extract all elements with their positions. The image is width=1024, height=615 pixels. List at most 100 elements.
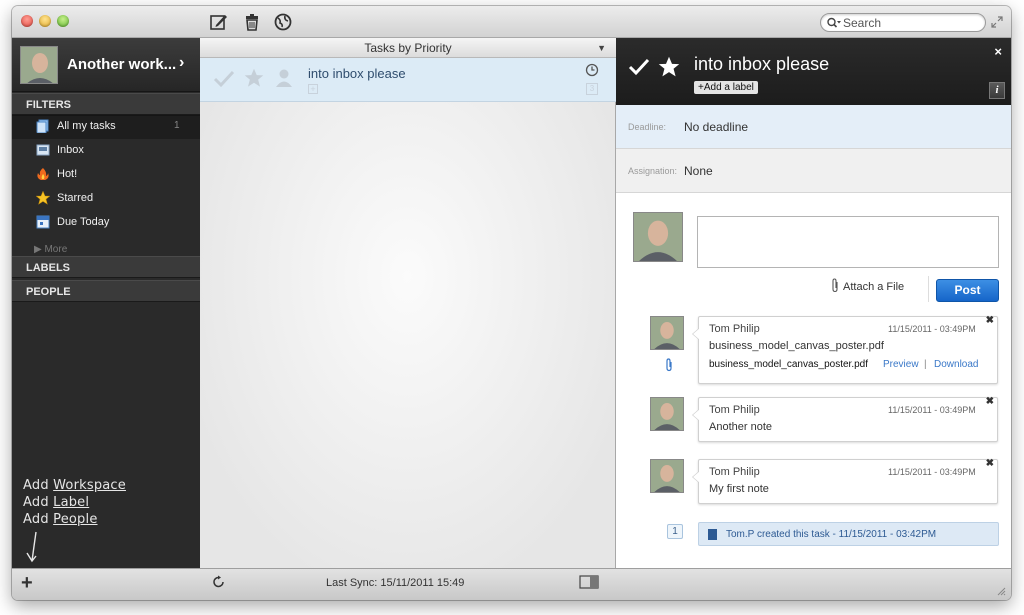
refresh-icon[interactable]	[212, 575, 226, 589]
filter-label: Inbox	[57, 144, 84, 156]
filter-label: All my tasks	[57, 120, 116, 132]
note-time: 11/15/2011 - 03:49PM	[888, 467, 976, 477]
toggle-detail-panel-icon[interactable]	[579, 575, 599, 589]
fire-icon	[37, 168, 49, 180]
info-button[interactable]: i	[989, 82, 1005, 99]
history-entry: Tom.P created this task - 11/15/2011 - 0…	[698, 522, 999, 546]
add-label-label: Label	[53, 495, 90, 510]
person-photo-icon	[634, 213, 682, 261]
compose-icon[interactable]	[208, 11, 230, 33]
globe-icon[interactable]	[272, 11, 294, 33]
deadline-row[interactable]: Deadline: No deadline	[616, 105, 1011, 149]
delete-note-icon[interactable]: ✖	[986, 315, 994, 326]
add-people-label: People	[53, 512, 98, 527]
add-word: Add	[23, 495, 49, 510]
filter-all-my-tasks[interactable]: All my tasks 1	[12, 115, 200, 139]
note-author-avatar	[650, 459, 684, 493]
attach-file-button[interactable]: Attach a File	[843, 281, 904, 293]
star-outline-icon[interactable]	[244, 68, 264, 88]
search-input[interactable]	[843, 15, 981, 30]
account-name: Another work...	[67, 56, 177, 73]
assignation-label: Assignation:	[628, 166, 678, 176]
post-button[interactable]: Post	[936, 279, 999, 302]
filter-hot[interactable]: Hot!	[12, 163, 200, 187]
task-detail-pane: into inbox please +Add a label × i Deadl…	[616, 38, 1011, 568]
person-photo-icon	[21, 47, 57, 83]
note-body: Another note	[709, 421, 772, 433]
current-user-avatar	[633, 212, 683, 262]
filters-header[interactable]: FILTERS	[12, 93, 200, 115]
delete-note-icon[interactable]: ✖	[986, 458, 994, 469]
task-subtask-badge[interactable]: +	[308, 84, 318, 94]
add-workspace-link[interactable]: Add Workspace	[23, 478, 126, 493]
add-workspace-label: Workspace	[53, 478, 126, 493]
note-card: Tom Philip 11/15/2011 - 03:49PM ✖ busine…	[692, 315, 998, 384]
note-card: Tom Philip 11/15/2011 - 03:49PM ✖ My fir…	[692, 458, 998, 504]
star-icon[interactable]	[658, 56, 680, 78]
note-author-avatar	[650, 316, 684, 350]
preview-link[interactable]: Preview	[883, 359, 919, 370]
account-avatar	[20, 46, 58, 84]
person-photo-icon	[651, 460, 683, 492]
close-detail-icon[interactable]: ×	[994, 44, 1002, 59]
attachment-clip-icon	[666, 358, 672, 372]
filter-inbox[interactable]: Inbox	[12, 139, 200, 163]
chevron-right-icon[interactable]: ›	[179, 54, 184, 72]
status-bar: + Last Sync: 15/11/2011 15:49	[12, 568, 1011, 600]
people-header[interactable]: PEOPLE	[12, 280, 200, 302]
comment-input[interactable]	[698, 217, 998, 267]
clock-icon[interactable]	[585, 63, 599, 77]
add-label-link[interactable]: Add Label	[23, 495, 89, 510]
task-row[interactable]: into inbox please + 3	[200, 58, 616, 102]
task-detail-title[interactable]: into inbox please	[694, 54, 829, 75]
task-list-header[interactable]: Tasks by Priority ▼	[200, 38, 616, 58]
filter-due-today[interactable]: Due Today	[12, 211, 200, 235]
document-icon	[708, 529, 717, 540]
history-text: Tom.P created this task - 11/15/2011 - 0…	[726, 529, 937, 540]
app-window: Another work... › FILTERS All my tasks 1…	[12, 6, 1011, 600]
close-window-button[interactable]	[21, 15, 33, 27]
search-field[interactable]	[820, 13, 986, 32]
all-tasks-icon	[36, 119, 49, 133]
dropdown-arrow-icon[interactable]: ▼	[597, 43, 606, 53]
note-time: 11/15/2011 - 03:49PM	[888, 324, 976, 334]
note-author: Tom Philip	[709, 404, 760, 416]
note-time: 11/15/2011 - 03:49PM	[888, 405, 976, 415]
labels-header[interactable]: LABELS	[12, 256, 200, 278]
account-header[interactable]: Another work... ›	[12, 38, 200, 92]
task-count-badge: 3	[586, 83, 598, 95]
last-sync-text: Last Sync: 15/11/2011 15:49	[326, 577, 465, 589]
complete-check-icon[interactable]	[628, 58, 650, 76]
trash-icon[interactable]	[241, 11, 263, 33]
add-people-link[interactable]: Add People	[23, 512, 98, 527]
note-card: Tom Philip 11/15/2011 - 03:49PM ✖ Anothe…	[692, 396, 998, 442]
paperclip-icon[interactable]	[831, 278, 839, 293]
task-title[interactable]: into inbox please	[308, 66, 406, 81]
complete-check-icon[interactable]	[213, 69, 235, 89]
person-photo-icon	[651, 398, 683, 430]
comment-box[interactable]	[697, 216, 999, 268]
assignee-person-icon[interactable]	[275, 68, 293, 88]
assignation-value[interactable]: None	[684, 164, 713, 178]
more-label: More	[44, 244, 68, 255]
assignation-row[interactable]: Assignation: None	[616, 149, 1011, 193]
add-icon[interactable]: +	[21, 572, 33, 595]
fullscreen-icon[interactable]	[991, 16, 1003, 28]
zoom-window-button[interactable]	[57, 15, 69, 27]
filter-label: Starred	[57, 192, 94, 204]
delete-note-icon[interactable]: ✖	[986, 396, 994, 407]
resize-grip-icon[interactable]	[996, 586, 1006, 596]
filter-starred[interactable]: Starred	[12, 187, 200, 211]
note-author: Tom Philip	[709, 323, 760, 335]
history-count-badge[interactable]: 1	[667, 524, 683, 539]
divider	[928, 276, 929, 302]
note-body: business_model_canvas_poster.pdf	[709, 340, 884, 352]
minimize-window-button[interactable]	[39, 15, 51, 27]
more-filters[interactable]: ▶ More	[34, 244, 67, 255]
filter-label: Hot!	[57, 168, 78, 180]
add-label-button[interactable]: +Add a label	[694, 81, 758, 94]
deadline-value[interactable]: No deadline	[684, 120, 748, 134]
download-link[interactable]: Download	[934, 359, 978, 370]
calendar-icon	[36, 215, 50, 229]
link-separator: |	[924, 359, 927, 370]
